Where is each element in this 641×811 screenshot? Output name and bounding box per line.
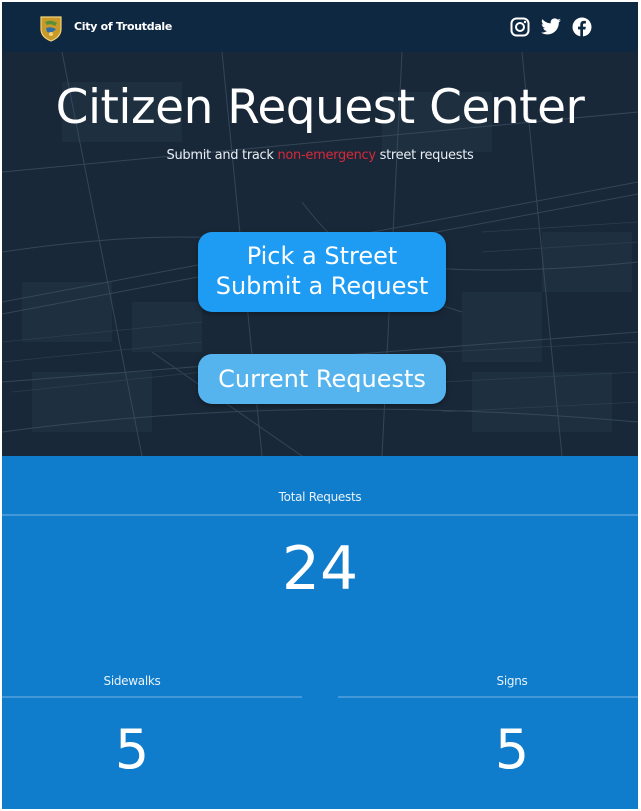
divider (2, 696, 302, 698)
signs-value: 5 (494, 718, 530, 781)
hero-section: Citizen Request Center Submit and track … (2, 52, 638, 456)
stats-section: Total Requests 24 Sidewalks 5 Signs 5 (2, 456, 638, 809)
divider (2, 514, 638, 516)
facebook-icon[interactable] (572, 17, 592, 37)
total-requests-label: Total Requests (278, 490, 362, 504)
pick-street-button[interactable]: Pick a Street Submit a Request (198, 232, 446, 312)
sidewalks-value: 5 (114, 718, 150, 781)
subtitle-highlight: non-emergency (277, 148, 376, 163)
page-subtitle: Submit and track non-emergency street re… (2, 148, 638, 163)
subtitle-text-end: street requests (375, 148, 474, 163)
page-frame: City of Troutdale Citizen Request Center… (2, 2, 638, 809)
total-requests-value: 24 (281, 534, 359, 604)
city-logo-icon[interactable] (38, 14, 64, 42)
top-header: City of Troutdale (2, 2, 638, 52)
current-requests-button[interactable]: Current Requests (198, 354, 446, 404)
submit-request-label: Submit a Request (215, 272, 429, 300)
page-title: Citizen Request Center (55, 80, 585, 135)
org-name[interactable]: City of Troutdale (74, 20, 172, 33)
pick-street-label: Pick a Street (246, 242, 398, 270)
instagram-icon[interactable] (510, 17, 530, 37)
signs-label: Signs (496, 674, 528, 688)
subtitle-text-start: Submit and track (166, 148, 278, 163)
divider (338, 696, 638, 698)
social-links (510, 17, 592, 37)
twitter-icon[interactable] (540, 18, 562, 36)
sidewalks-label: Sidewalks (103, 674, 161, 688)
